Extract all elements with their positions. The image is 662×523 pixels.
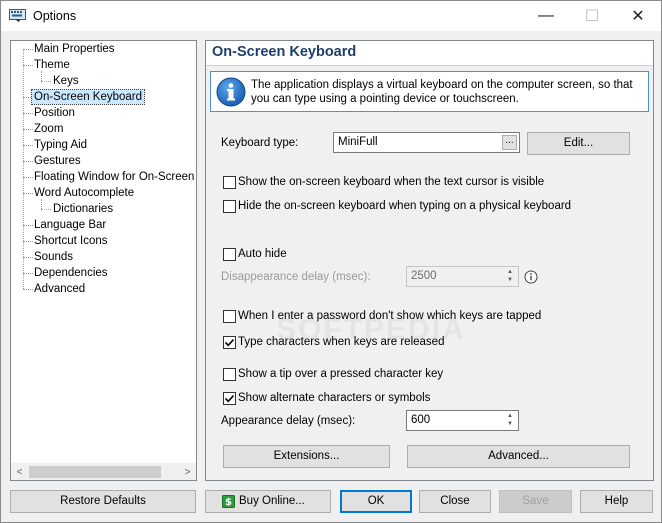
- spin-down-icon[interactable]: ▼: [503, 276, 517, 284]
- scroll-left-button[interactable]: <: [11, 464, 28, 480]
- maximize-button[interactable]: ☐: [569, 1, 615, 31]
- password-hide-checkbox[interactable]: [223, 310, 236, 323]
- show-alternate-label[interactable]: Show alternate characters or symbols: [238, 392, 430, 404]
- chevron-left-icon: <: [16, 467, 23, 478]
- edit-button[interactable]: Edit...: [527, 132, 630, 155]
- dollar-icon: $: [222, 495, 235, 508]
- svg-text:$: $: [225, 497, 232, 508]
- spin-up-icon[interactable]: ▲: [503, 268, 517, 276]
- options-tree[interactable]: Main Properties Theme Keys On-Screen Key…: [10, 40, 197, 481]
- help-question-icon[interactable]: [524, 270, 538, 284]
- info-box: The application displays a virtual keybo…: [210, 71, 649, 112]
- tree-item-floating-window[interactable]: Floating Window for On-Screen Ke: [32, 169, 196, 185]
- appearance-spinner[interactable]: ▲ ▼: [503, 412, 517, 429]
- info-text: The application displays a virtual keybo…: [251, 79, 633, 105]
- spin-up-icon[interactable]: ▲: [503, 412, 517, 420]
- minimize-icon: —: [538, 7, 554, 24]
- checkmark-icon: [224, 338, 235, 347]
- close-icon: ✕: [631, 8, 645, 25]
- disappearance-delay-label: Disappearance delay (msec):: [221, 271, 371, 283]
- tree-item-typing-aid[interactable]: Typing Aid: [32, 137, 89, 153]
- appearance-delay-input[interactable]: 600 ▲ ▼: [406, 410, 519, 431]
- tree-item-dictionaries[interactable]: Dictionaries: [51, 201, 115, 217]
- help-button[interactable]: Help: [580, 490, 653, 513]
- save-button[interactable]: Save: [499, 490, 572, 513]
- appearance-delay-value: 600: [411, 414, 431, 426]
- show-on-cursor-checkbox[interactable]: [223, 176, 236, 189]
- tree-item-language-bar[interactable]: Language Bar: [32, 217, 108, 233]
- disappearance-delay-input[interactable]: 2500 ▲ ▼: [406, 266, 519, 287]
- hide-on-physical-checkbox[interactable]: [223, 200, 236, 213]
- checkmark-icon: [224, 394, 235, 403]
- auto-hide-checkbox[interactable]: [223, 248, 236, 261]
- type-on-release-label[interactable]: Type characters when keys are released: [238, 336, 444, 348]
- chevron-right-icon: >: [184, 467, 191, 478]
- buy-online-label: Buy Online...: [239, 495, 305, 507]
- tree-item-zoom[interactable]: Zoom: [32, 121, 65, 137]
- tree-item-gestures[interactable]: Gestures: [32, 153, 83, 169]
- keyboard-type-field[interactable]: MiniFull ...: [333, 132, 520, 153]
- settings-panel: On-Screen Keyboard The application displ…: [205, 40, 654, 481]
- extensions-button[interactable]: Extensions...: [223, 445, 390, 468]
- tree-line: [41, 81, 51, 82]
- show-tip-label[interactable]: Show a tip over a pressed character key: [238, 368, 443, 380]
- ellipsis-icon: ...: [505, 135, 514, 146]
- browse-keyboard-button[interactable]: ...: [502, 135, 517, 150]
- title-bar: Options — ☐ ✕: [1, 1, 661, 31]
- restore-defaults-button[interactable]: Restore Defaults: [10, 490, 196, 513]
- keyboard-type-value: MiniFull: [338, 136, 378, 148]
- info-icon: [216, 77, 246, 107]
- tree-item-sounds[interactable]: Sounds: [32, 249, 75, 265]
- keyboard-app-icon: [9, 9, 26, 22]
- buy-online-button[interactable]: $ Buy Online...: [205, 490, 331, 513]
- maximize-icon: ☐: [584, 8, 600, 25]
- auto-hide-label[interactable]: Auto hide: [238, 248, 287, 260]
- hide-on-physical-label[interactable]: Hide the on-screen keyboard when typing …: [238, 200, 571, 212]
- tree-item-shortcut-icons[interactable]: Shortcut Icons: [32, 233, 110, 249]
- spin-down-icon[interactable]: ▼: [503, 420, 517, 428]
- close-window-button[interactable]: ✕: [615, 1, 661, 31]
- scrollbar-thumb[interactable]: [29, 466, 161, 478]
- options-window: Options — ☐ ✕ Main Properties Theme Keys…: [0, 0, 662, 523]
- advanced-button[interactable]: Advanced...: [407, 445, 630, 468]
- tree-item-dependencies[interactable]: Dependencies: [32, 265, 110, 281]
- disappearance-delay-value: 2500: [411, 270, 437, 282]
- show-tip-checkbox[interactable]: [223, 368, 236, 381]
- minimize-button[interactable]: —: [523, 1, 569, 31]
- tree-item-word-autocomplete[interactable]: Word Autocomplete: [32, 185, 136, 201]
- show-on-cursor-label[interactable]: Show the on-screen keyboard when the tex…: [238, 176, 544, 188]
- type-on-release-checkbox[interactable]: [223, 336, 236, 349]
- tree-item-advanced[interactable]: Advanced: [32, 281, 87, 297]
- appearance-delay-label: Appearance delay (msec):: [221, 415, 356, 427]
- tree-item-keys[interactable]: Keys: [51, 73, 81, 89]
- tree-item-position[interactable]: Position: [32, 105, 77, 121]
- tree-horizontal-scrollbar[interactable]: < >: [11, 463, 196, 480]
- password-hide-label[interactable]: When I enter a password don't show which…: [238, 310, 541, 322]
- disappearance-spinner[interactable]: ▲ ▼: [503, 268, 517, 285]
- window-title: Options: [33, 9, 77, 23]
- tree-items: Main Properties Theme Keys On-Screen Key…: [11, 41, 196, 463]
- keyboard-type-label: Keyboard type:: [221, 137, 299, 149]
- tree-item-main-properties[interactable]: Main Properties: [32, 41, 117, 57]
- tree-line: [23, 49, 24, 289]
- tree-item-on-screen-keyboard[interactable]: On-Screen Keyboard: [31, 89, 146, 105]
- tree-line: [41, 209, 51, 210]
- tree-item-theme[interactable]: Theme: [32, 57, 72, 73]
- close-button[interactable]: Close: [419, 490, 491, 513]
- show-alternate-checkbox[interactable]: [223, 392, 236, 405]
- panel-title: On-Screen Keyboard: [212, 44, 357, 60]
- scroll-right-button[interactable]: >: [179, 464, 196, 480]
- panel-header: On-Screen Keyboard: [206, 41, 653, 66]
- ok-button[interactable]: OK: [340, 490, 412, 513]
